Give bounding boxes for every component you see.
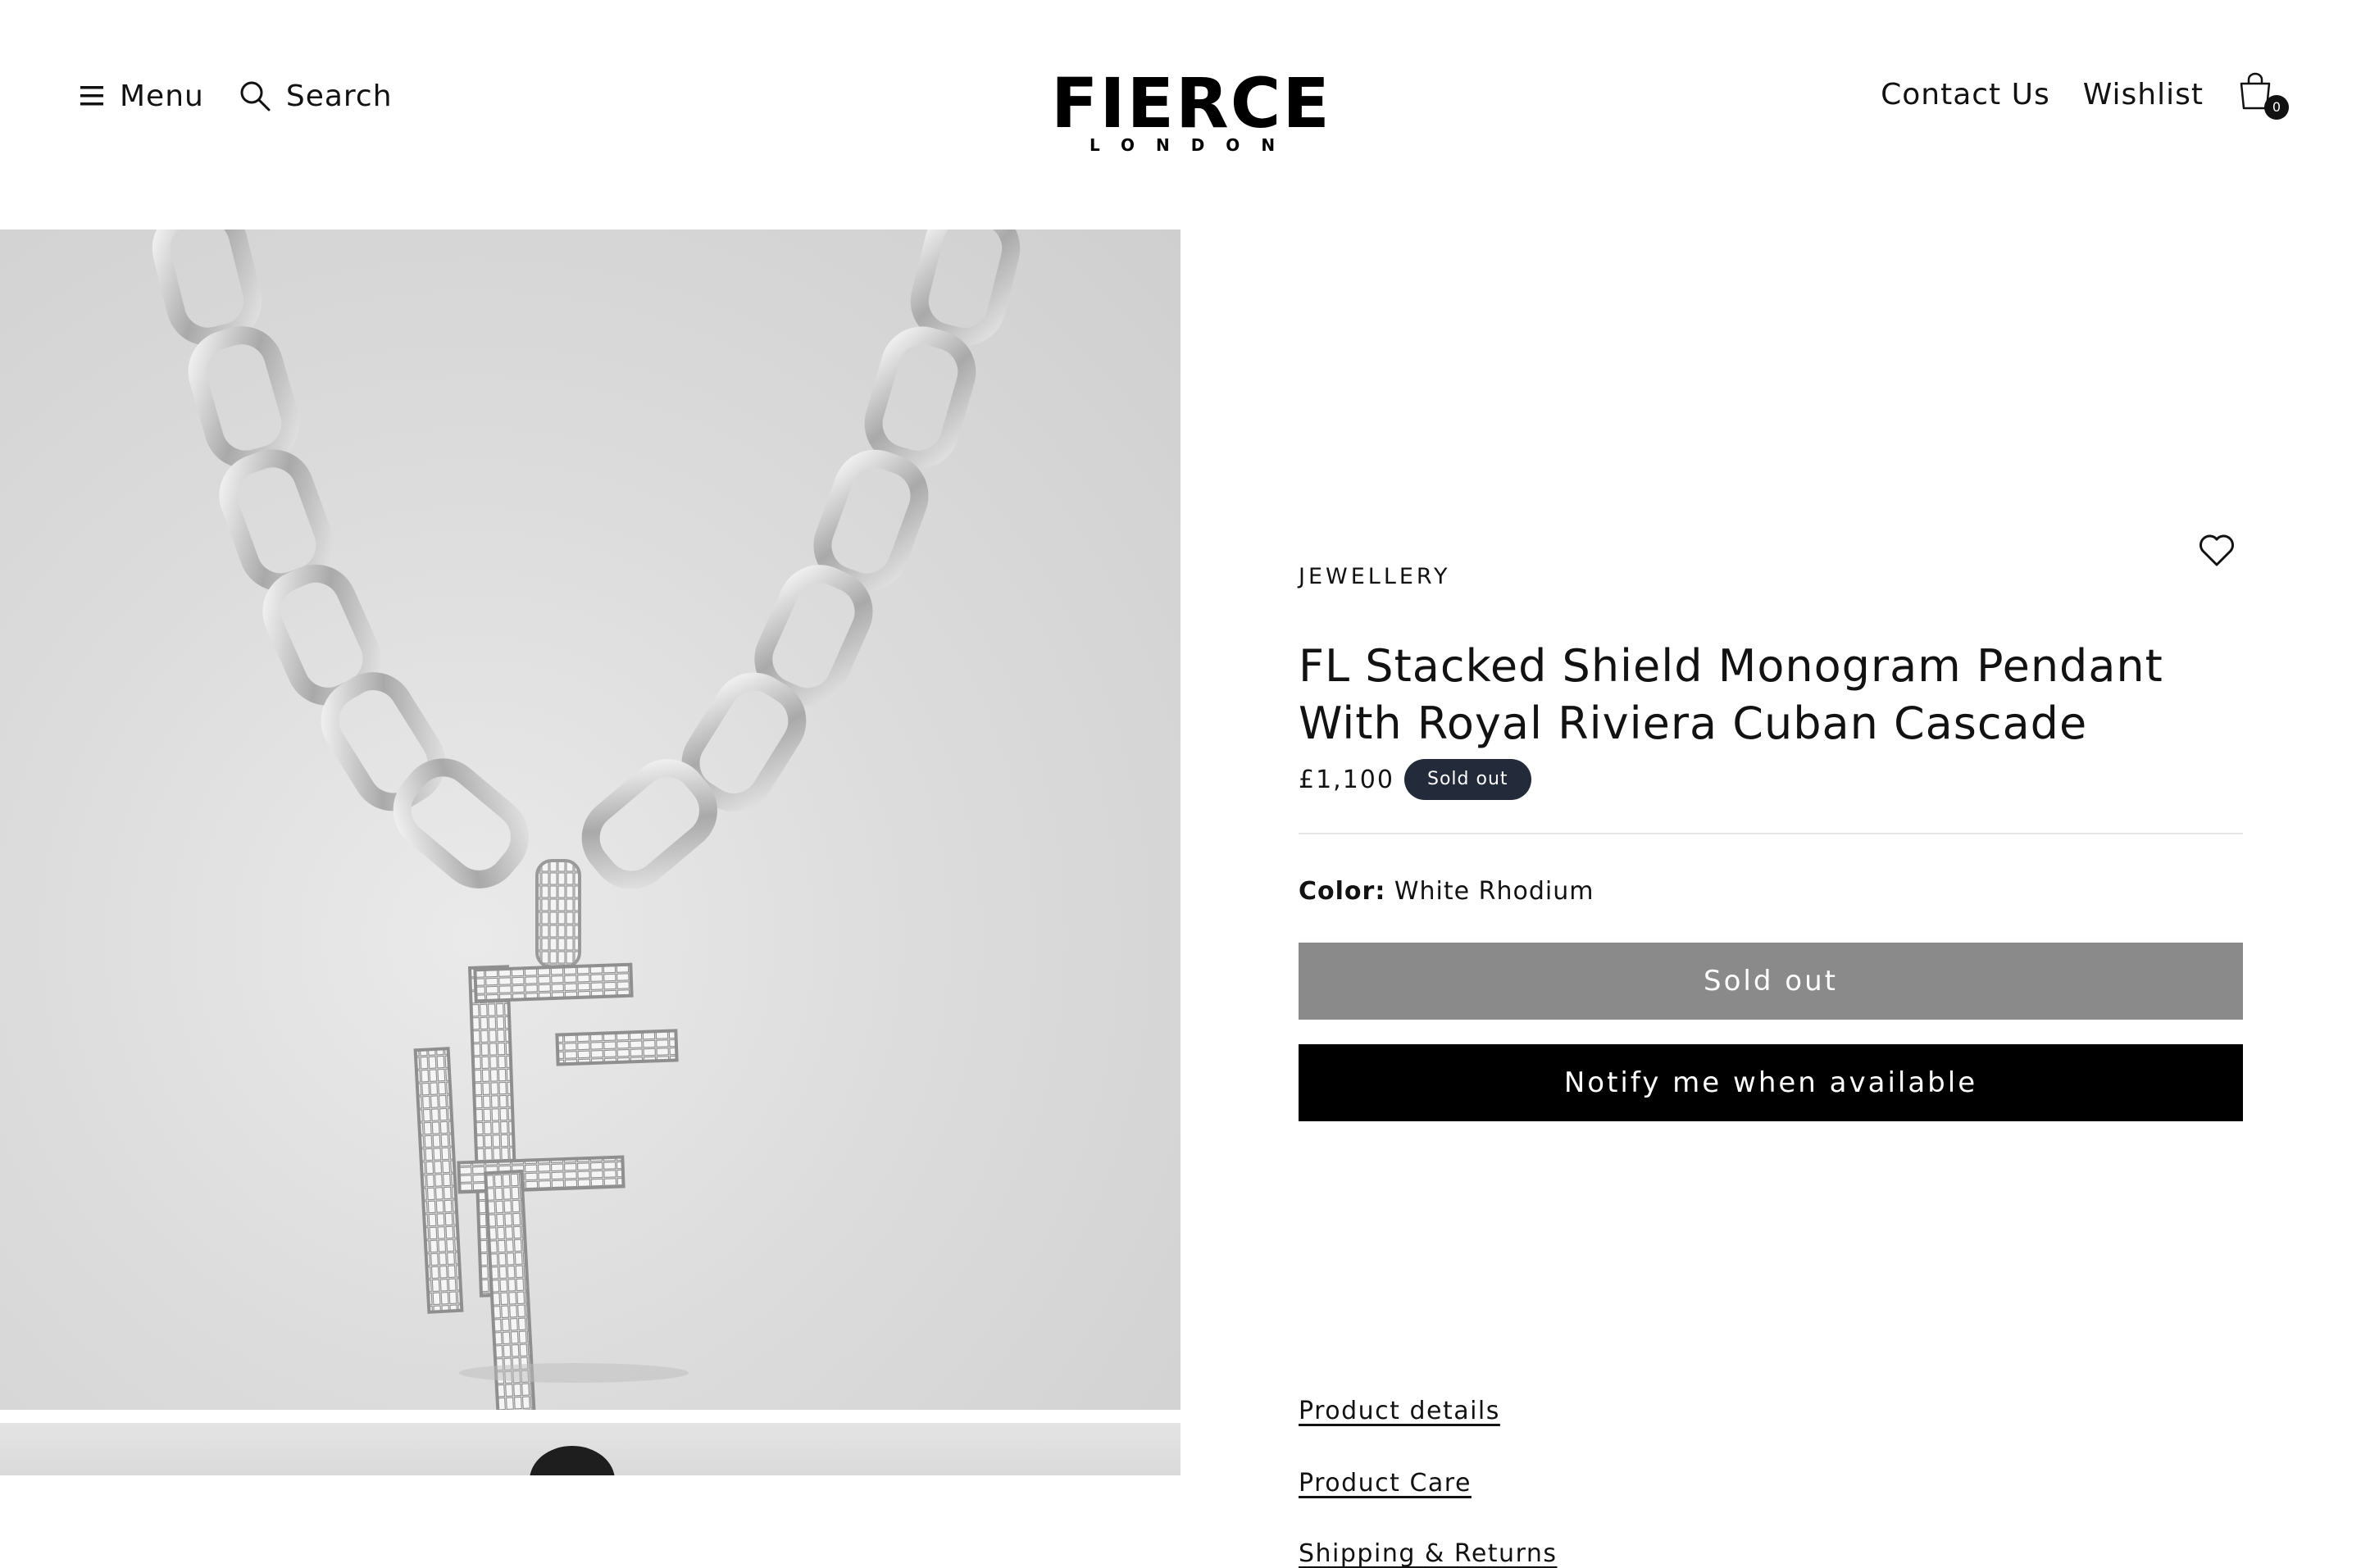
logo-subtitle: LONDON <box>1089 135 1297 155</box>
site-logo[interactable]: FIERCE LONDON <box>1051 63 1331 156</box>
header-left-nav: Menu Search <box>80 75 393 116</box>
product-image-main[interactable] <box>0 230 1180 1410</box>
product-media-gallery <box>0 230 1180 1475</box>
heart-icon <box>2199 534 2235 567</box>
sold-out-button[interactable]: Sold out <box>1299 943 2243 1020</box>
product-vendor: JEWELLERY <box>1299 564 1451 589</box>
search-button[interactable]: Search <box>239 80 393 113</box>
product-price: £1,100 <box>1299 765 1394 794</box>
cart-button[interactable]: 0 <box>2236 72 2289 120</box>
color-label: Color: <box>1299 877 1386 906</box>
color-value: White Rhodium <box>1394 877 1594 906</box>
product-details-link[interactable]: Product details <box>1299 1397 1500 1425</box>
shipping-returns-link[interactable]: Shipping & Returns <box>1299 1539 1558 1568</box>
search-icon <box>239 80 271 112</box>
pendant-necklace-image <box>152 230 1021 1410</box>
add-to-wishlist-button[interactable] <box>2199 534 2235 567</box>
model-image-preview <box>530 1446 615 1475</box>
sold-out-badge: Sold out <box>1403 759 1531 800</box>
color-variant: Color: White Rhodium <box>1299 877 1594 906</box>
menu-button[interactable]: Menu <box>80 80 204 113</box>
contact-us-link[interactable]: Contact Us <box>1881 78 2050 111</box>
wishlist-link[interactable]: Wishlist <box>2083 78 2204 111</box>
search-label: Search <box>285 79 393 113</box>
cart-count-badge: 0 <box>2264 95 2289 120</box>
price-row: £1,100 Sold out <box>1299 759 1531 800</box>
header-right-nav: Contact Us Wishlist 0 <box>1881 72 2289 120</box>
site-header: Menu Search FIERCE LONDON Contact Us Wis… <box>0 0 2361 230</box>
product-care-link[interactable]: Product Care <box>1299 1469 1472 1498</box>
menu-label: Menu <box>120 79 204 113</box>
menu-icon <box>80 85 105 107</box>
product-image-secondary[interactable] <box>0 1423 1180 1475</box>
product-title: FL Stacked Shield Monogram Pendant With … <box>1299 640 2163 749</box>
logo-wordmark: FIERCE <box>1051 63 1331 143</box>
divider <box>1299 833 2243 834</box>
notify-me-button[interactable]: Notify me when available <box>1299 1044 2243 1121</box>
